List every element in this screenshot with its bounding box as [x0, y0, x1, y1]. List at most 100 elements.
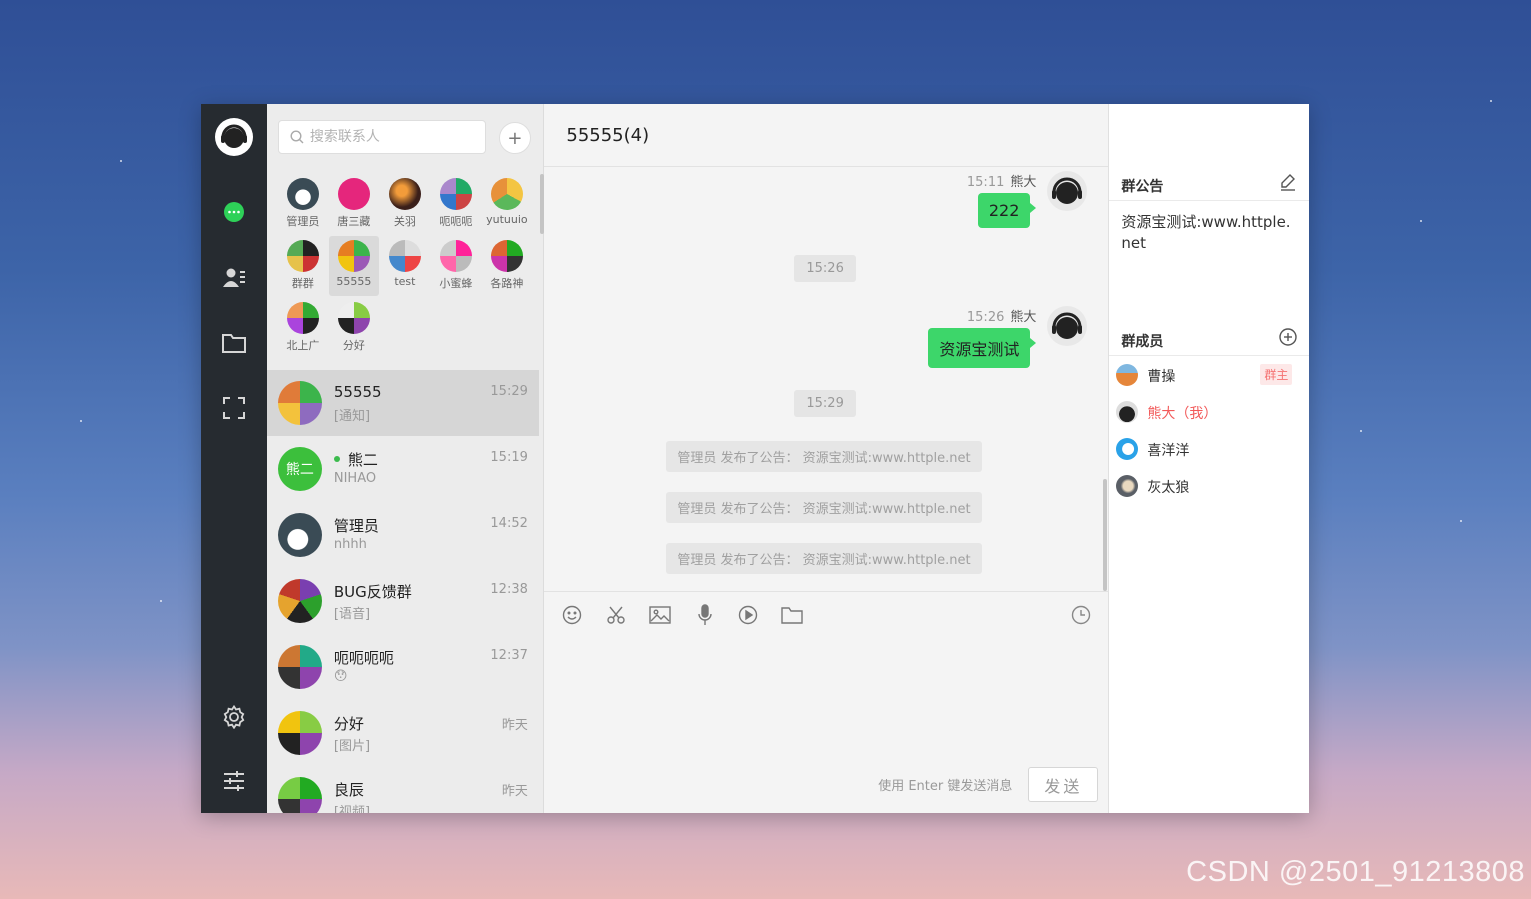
background-star	[1420, 220, 1422, 222]
chat-icon[interactable]	[222, 200, 246, 224]
time-divider: 15:26	[794, 255, 856, 282]
chat-scrollbar[interactable]	[1103, 479, 1108, 591]
sliders-icon[interactable]	[222, 769, 246, 793]
emoji-icon: 😯	[333, 669, 348, 684]
member-avatar	[1116, 475, 1139, 497]
group-avatar	[337, 240, 370, 272]
group-item[interactable]: test	[380, 236, 430, 296]
watermark: CSDN @2501_91213808	[1186, 856, 1525, 888]
conversation-avatar	[277, 579, 322, 623]
search-icon	[290, 130, 304, 144]
notice-text: 资源宝测试:www.httple.net	[1121, 213, 1291, 252]
folder-icon[interactable]	[780, 603, 804, 627]
folder-icon[interactable]	[221, 331, 247, 355]
group-avatar	[286, 178, 319, 210]
settings-gear-icon[interactable]	[221, 704, 247, 730]
members-title: 群成员	[1121, 334, 1164, 350]
group-avatar	[337, 302, 370, 334]
group-avatar	[388, 240, 421, 272]
microphone-icon[interactable]	[693, 603, 717, 627]
conversation-item[interactable]: 良辰 [视频] 昨天	[267, 766, 539, 813]
group-item[interactable]: 各路神	[482, 236, 532, 296]
member-item[interactable]: 曹操 群主	[1109, 357, 1309, 393]
group-avatar	[388, 178, 421, 210]
add-member-icon[interactable]	[1279, 328, 1297, 350]
fullscreen-icon[interactable]	[222, 396, 246, 420]
background-star	[160, 600, 162, 602]
group-avatar	[439, 240, 472, 272]
conversation-item[interactable]: 呃呃呃呃 😯 12:37	[267, 634, 539, 700]
history-clock-icon[interactable]	[1069, 603, 1093, 627]
conversation-item[interactable]: 熊二 熊二 NIHAO 15:19	[267, 436, 539, 502]
group-item[interactable]: 关羽	[380, 174, 430, 234]
conversation-avatar	[277, 777, 322, 813]
group-avatar	[286, 240, 319, 272]
contacts-panel: + 管理员 唐三藏 关羽 呃呃呃 yutuuio 群群 55555 test 小…	[266, 104, 545, 813]
contacts-icon[interactable]	[222, 266, 246, 290]
member-item-me[interactable]: 熊大（我）	[1109, 394, 1309, 430]
conversation-avatar	[277, 645, 322, 689]
online-dot	[333, 455, 340, 462]
sender-avatar	[1047, 171, 1088, 211]
member-avatar	[1116, 364, 1139, 386]
group-item-selected[interactable]: 55555	[328, 236, 379, 296]
app-logo	[214, 118, 253, 156]
divider	[1109, 200, 1309, 201]
group-item[interactable]: 唐三藏	[329, 174, 379, 234]
system-notice: 管理员 发布了公告： 资源宝测试:www.httple.net	[666, 492, 982, 523]
member-item[interactable]: 灰太狼	[1109, 468, 1309, 504]
message-bubble[interactable]: 222	[977, 193, 1036, 228]
group-item[interactable]: yutuuio	[482, 174, 532, 234]
background-star	[1360, 430, 1362, 432]
conversation-item[interactable]: 分好 [图片] 昨天	[267, 700, 539, 766]
group-item[interactable]: 分好	[329, 298, 379, 358]
message-area: 15:11 熊大 222 15:26 15:26 熊大 资源宝测试 15:29 管理…	[544, 167, 1109, 591]
chat-panel: 55555(4) 15:11 熊大 222 15:26 15:26 熊大 资源宝测试…	[544, 104, 1254, 813]
message-meta: 15:11 熊大	[966, 175, 1037, 190]
group-item[interactable]: 北上广	[278, 298, 328, 358]
group-avatar	[439, 178, 472, 210]
background-star	[1490, 100, 1492, 102]
background-star	[80, 420, 82, 422]
send-button[interactable]: 发送	[1028, 767, 1099, 802]
system-notice: 管理员 发布了公告： 资源宝测试:www.httple.net	[666, 441, 982, 472]
sender-avatar	[1047, 306, 1088, 346]
group-item[interactable]: 小蜜蜂	[431, 236, 481, 296]
conversation-avatar	[277, 381, 322, 425]
chat-header: 55555(4)	[544, 104, 1254, 167]
notice-title: 群公告	[1121, 179, 1164, 195]
scissors-icon[interactable]	[604, 603, 628, 627]
message-meta: 15:26 熊大	[966, 310, 1037, 325]
message-input-area: 使用 Enter 键发送消息 发送	[544, 638, 1109, 813]
search-box	[277, 120, 486, 154]
message-bubble[interactable]: 资源宝测试	[928, 328, 1037, 368]
group-item[interactable]: 管理员	[278, 174, 328, 234]
background-star	[120, 160, 122, 162]
conversation-avatar	[277, 513, 322, 557]
group-avatar	[490, 240, 523, 272]
message-input[interactable]	[556, 648, 1101, 762]
search-input[interactable]	[307, 128, 482, 146]
add-button[interactable]: +	[498, 122, 531, 154]
group-item[interactable]: 呃呃呃	[431, 174, 481, 234]
group-info-panel: 群公告 资源宝测试:www.httple.net 群成员 曹操 群主 熊大（我）…	[1109, 104, 1309, 813]
background-star	[1460, 520, 1462, 522]
conversation-list: 55555 [通知] 15:29 熊二 熊二 NIHAO 15:19 管理员 n…	[266, 370, 539, 813]
emoji-icon[interactable]	[560, 603, 584, 627]
send-hint: 使用 Enter 键发送消息	[878, 779, 1013, 794]
conversation-item-active[interactable]: 55555 [通知] 15:29	[266, 370, 539, 436]
group-avatar	[490, 178, 523, 210]
conversation-item[interactable]: BUG反馈群 [语音] 12:38	[267, 568, 539, 634]
system-notice: 管理员 发布了公告： 资源宝测试:www.httple.net	[666, 543, 982, 574]
nav-rail	[201, 104, 267, 813]
owner-badge: 群主	[1260, 364, 1293, 385]
member-item[interactable]: 喜洋洋	[1109, 431, 1309, 467]
input-toolbar	[544, 591, 1110, 638]
edit-pencil-icon[interactable]	[1279, 173, 1297, 195]
member-avatar	[1116, 438, 1139, 460]
conversation-item[interactable]: 管理员 nhhh 14:52	[267, 502, 539, 568]
group-avatar	[337, 178, 370, 210]
image-icon[interactable]	[648, 603, 672, 627]
group-item[interactable]: 群群	[278, 236, 328, 296]
video-play-icon[interactable]	[736, 603, 760, 627]
